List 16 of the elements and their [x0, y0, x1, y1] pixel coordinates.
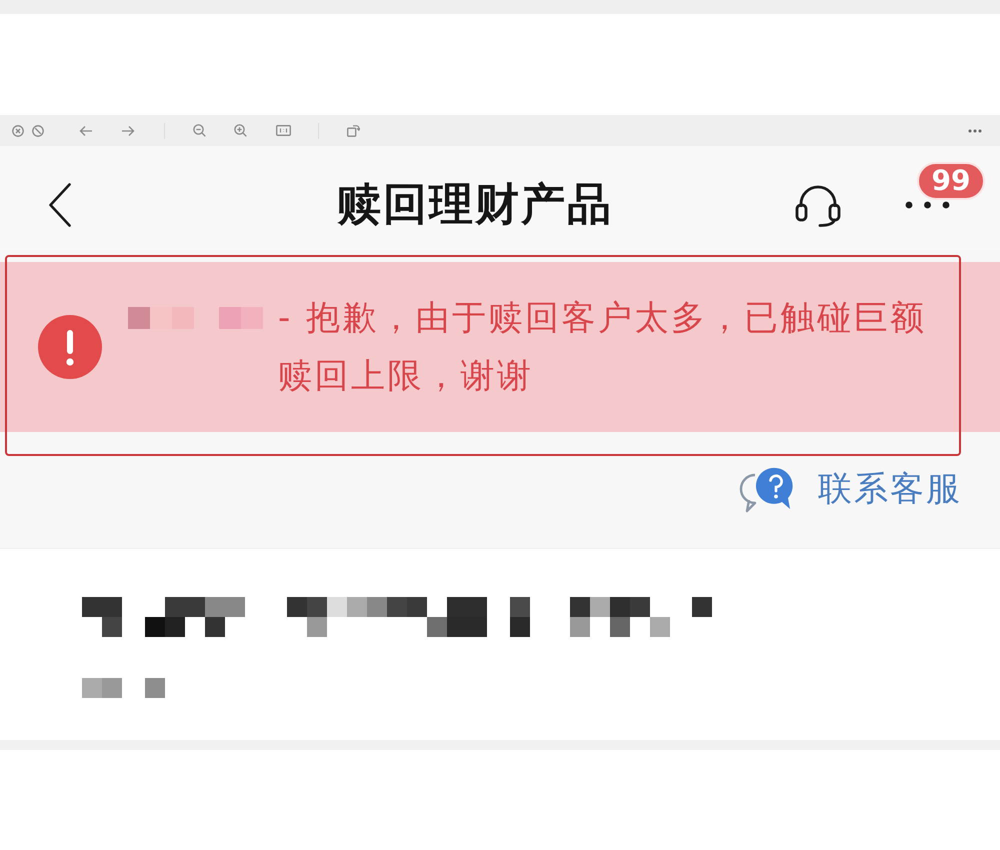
headset-icon[interactable]: [795, 183, 841, 227]
notification-badge: 99: [917, 162, 985, 200]
zoom-out-icon[interactable]: [193, 124, 206, 137]
more-icon[interactable]: [905, 201, 950, 209]
zoom-in-icon[interactable]: [234, 124, 247, 137]
page-title: 赎回理财产品: [337, 180, 613, 230]
close-icon[interactable]: [12, 124, 24, 136]
forward-arrow-icon[interactable]: [121, 124, 135, 136]
exclamation-icon: [38, 315, 102, 379]
back-arrow-icon[interactable]: [79, 124, 93, 136]
circle-slash-icon[interactable]: [32, 124, 44, 136]
rotate-icon[interactable]: [347, 124, 360, 137]
frame-icon[interactable]: [276, 125, 291, 136]
alert-message: - 抱歉，由于赎回客户太多，已触碰巨额赎回上限，谢谢: [278, 297, 928, 398]
back-chevron-icon[interactable]: [48, 183, 72, 227]
contact-service-link[interactable]: 联系客服: [738, 467, 962, 513]
